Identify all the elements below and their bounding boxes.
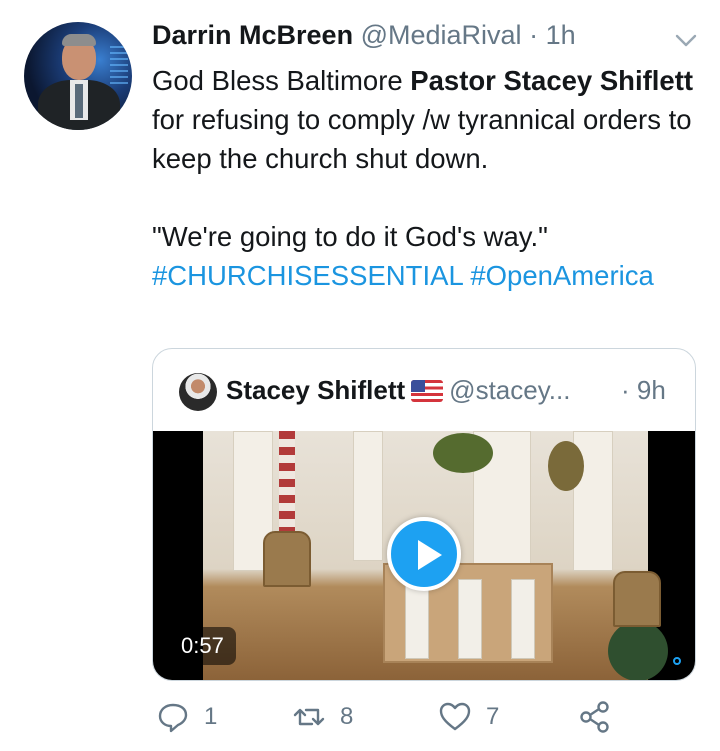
video-duration: 0:57: [169, 627, 236, 665]
quoted-author-name: Stacey Shiflett: [226, 375, 406, 405]
play-icon[interactable]: [387, 517, 461, 591]
quoted-handle: @stacey...: [449, 375, 571, 405]
tweet-header: Darrin McBreen @MediaRival · 1h: [152, 20, 576, 51]
hashtag-openamerica[interactable]: #OpenAmerica: [470, 260, 653, 291]
quoted-time: · 9h: [621, 375, 666, 405]
share-icon: [580, 701, 609, 733]
text-body: for refusing to comply /w tyrannical ord…: [152, 104, 692, 174]
retweet-count: 8: [340, 703, 354, 730]
retweet-icon: [293, 708, 325, 726]
reply-icon: [158, 703, 188, 733]
avatar[interactable]: [24, 22, 132, 130]
author-name[interactable]: Darrin McBreen: [152, 20, 353, 50]
reply-count: 1: [204, 703, 218, 730]
tweet-actions: 1 8 7: [152, 700, 632, 740]
avatar-tie: [75, 84, 83, 118]
avatar-background: [110, 44, 128, 84]
text-bold-name: Pastor Stacey Shiflett: [410, 65, 694, 96]
us-flag-icon: [411, 380, 444, 402]
like-count: 7: [486, 703, 500, 730]
chevron-down-icon[interactable]: [675, 34, 697, 48]
like-button[interactable]: 7: [438, 700, 499, 734]
tweet-time[interactable]: 1h: [546, 20, 576, 50]
tweet-text: God Bless Baltimore Pastor Stacey Shifle…: [152, 61, 707, 295]
reply-button[interactable]: 1: [156, 700, 217, 734]
quoted-header: Stacey Shiflett @stacey...: [226, 375, 570, 406]
share-button[interactable]: [578, 700, 612, 734]
avatar-hair: [62, 34, 96, 46]
video-indicator-icon: [673, 657, 681, 665]
text-quote-line: "We're going to do it God's way.": [152, 221, 548, 252]
hashtag-churchisessential[interactable]: #CHURCHISESSENTIAL: [152, 260, 463, 291]
quoted-avatar[interactable]: [179, 373, 217, 411]
quoted-tweet[interactable]: Stacey Shiflett @stacey... · 9h 0:57: [152, 348, 696, 681]
text-intro: God Bless Baltimore: [152, 65, 411, 96]
author-handle[interactable]: @MediaRival: [361, 20, 522, 50]
video-player[interactable]: 0:57: [153, 431, 695, 680]
retweet-button[interactable]: 8: [292, 700, 353, 734]
heart-icon: [439, 702, 471, 731]
separator: ·: [529, 20, 539, 50]
